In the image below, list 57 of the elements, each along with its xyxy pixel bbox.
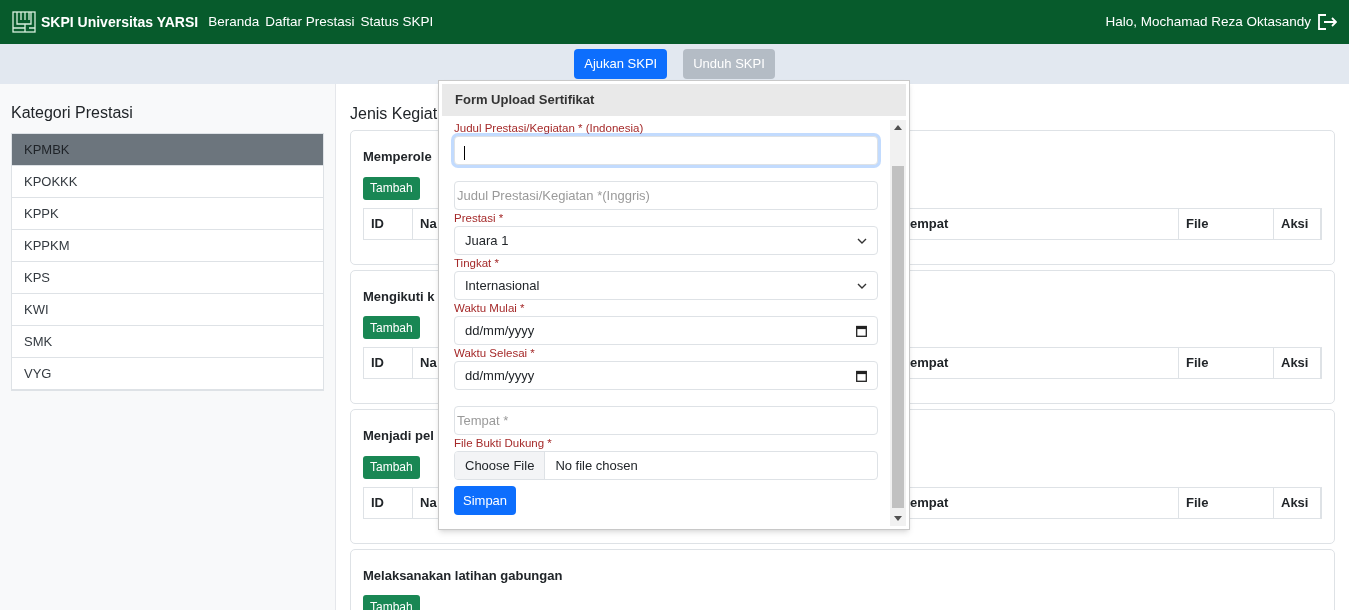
- user-greeting: Halo, Mochamad Reza Oktasandy: [1105, 12, 1311, 31]
- field-label: File Bukti Dukung *: [454, 436, 553, 451]
- file-field[interactable]: Choose File No file chosen: [454, 451, 878, 480]
- card-title: Menjadi pel: [363, 427, 434, 444]
- column-header: File: [1179, 348, 1274, 378]
- column-header: Aksi: [1274, 208, 1321, 239]
- nav-link[interactable]: Status SKPI: [360, 11, 434, 33]
- field-label: Tingkat *: [454, 256, 500, 271]
- category-item[interactable]: KWI: [12, 294, 323, 326]
- date-field[interactable]: dd/mm/yyyy: [454, 316, 878, 345]
- category-item[interactable]: KPPKM: [12, 230, 323, 262]
- category-item[interactable]: KPOKKK: [12, 166, 323, 198]
- sidebar-title: Kategori Prestasi: [11, 103, 134, 123]
- text-field[interactable]: Judul Prestasi/Kegiatan *(Inggris): [454, 181, 878, 210]
- dialog-title: Form Upload Sertifikat: [442, 84, 906, 116]
- calendar-icon[interactable]: [856, 369, 867, 382]
- field-label: Waktu Selesai *: [454, 346, 536, 361]
- scrollbar[interactable]: [890, 120, 906, 526]
- category-item[interactable]: KPS: [12, 262, 323, 294]
- card-title: Melaksanakan latihan gabungan: [363, 566, 563, 584]
- logo-icon: [12, 11, 36, 33]
- category-item[interactable]: SMK: [12, 326, 323, 358]
- scroll-down-arrow-icon[interactable]: [894, 516, 902, 521]
- save-button[interactable]: Simpan: [454, 486, 517, 515]
- nav-link[interactable]: Daftar Prestasi: [265, 11, 355, 33]
- field-label: Judul Prestasi/Kegiatan * (Indonesia): [454, 121, 645, 136]
- select-field[interactable]: Internasional: [454, 271, 878, 300]
- calendar-icon[interactable]: [856, 324, 867, 337]
- text-field[interactable]: Tempat *: [454, 406, 878, 435]
- chevron-down-icon: [857, 282, 867, 289]
- column-header: ID: [364, 348, 413, 378]
- add-button[interactable]: Tambah: [363, 595, 420, 610]
- add-button[interactable]: Tambah: [363, 455, 420, 479]
- column-header: ID: [364, 208, 413, 239]
- main-title: Jenis Kegiat: [350, 104, 439, 124]
- date-field[interactable]: dd/mm/yyyy: [454, 361, 878, 390]
- field-label: Prestasi *: [454, 211, 505, 226]
- nav-link[interactable]: Beranda: [208, 11, 260, 33]
- chevron-down-icon: [857, 237, 867, 244]
- select-field[interactable]: Juara 1: [454, 226, 878, 255]
- card-title: Memperole: [363, 148, 432, 165]
- scroll-up-arrow-icon[interactable]: [894, 125, 902, 130]
- column-header: Aksi: [1274, 487, 1321, 518]
- category-item[interactable]: KPPK: [12, 198, 323, 230]
- add-button[interactable]: Tambah: [363, 316, 420, 339]
- column-header: Aksi: [1274, 348, 1321, 378]
- logout-icon[interactable]: [1317, 13, 1337, 31]
- brand-link[interactable]: SKPI Universitas YARSI: [41, 11, 199, 33]
- category-item[interactable]: VYG: [12, 358, 323, 390]
- column-header: File: [1179, 208, 1274, 239]
- column-header: ID: [364, 487, 413, 518]
- field-label: Waktu Mulai *: [454, 301, 526, 316]
- action-button[interactable]: Ajukan SKPI: [574, 49, 668, 79]
- add-button[interactable]: Tambah: [363, 176, 420, 200]
- card-title: Mengikuti k: [363, 287, 435, 305]
- column-header: File: [1179, 487, 1274, 518]
- text-field[interactable]: [454, 136, 878, 165]
